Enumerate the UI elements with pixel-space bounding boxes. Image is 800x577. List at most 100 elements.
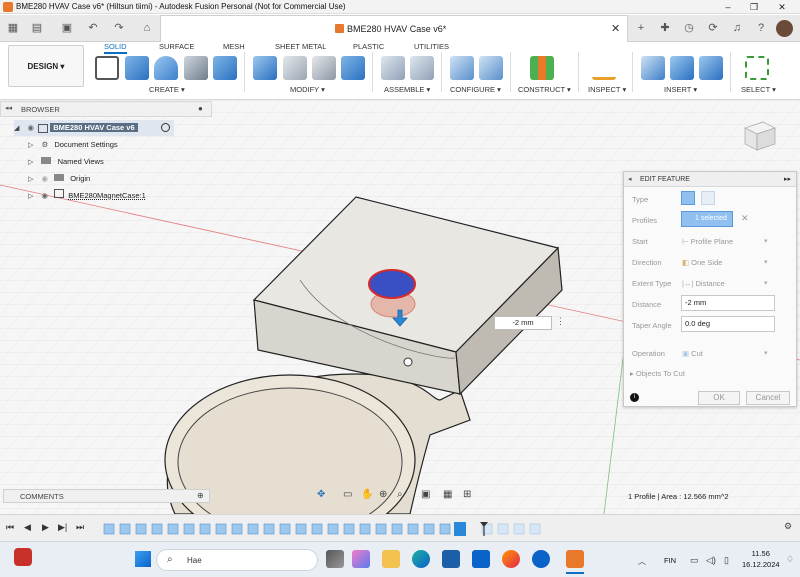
modify-group-label[interactable]: MODIFY ▾ — [290, 85, 325, 94]
copilot-icon[interactable] — [352, 550, 370, 568]
notifications-icon[interactable]: ⟳ — [704, 19, 722, 37]
document-tab[interactable]: BME280 HVAV Case v6* ✕ — [160, 15, 628, 42]
taper-angle-field[interactable]: 0.0 deg — [681, 316, 775, 332]
pan-icon[interactable]: ✋ — [361, 489, 373, 500]
view-cube[interactable] — [739, 118, 779, 154]
comments-panel[interactable]: COMMENTS — [3, 489, 210, 503]
step-forward-icon[interactable]: ▶| — [58, 522, 67, 533]
eye-icon[interactable]: ◉ — [27, 123, 34, 132]
battery-icon[interactable]: ▯ — [724, 555, 729, 566]
revolve-icon[interactable] — [154, 56, 178, 80]
tab-surface[interactable]: SURFACE — [159, 42, 194, 51]
tree-item-origin[interactable]: ▷ ◉ Origin — [28, 171, 90, 187]
chevron-down-icon[interactable]: ▾ — [764, 258, 768, 266]
expand-dialog-icon[interactable]: ▸▸ — [784, 175, 791, 183]
app-c-icon[interactable] — [532, 550, 550, 568]
system-clock[interactable]: 11.56 16.12.2024 — [742, 548, 780, 570]
tab-utilities[interactable]: UTILITIES — [414, 42, 449, 51]
clear-selection-icon[interactable]: ✕ — [741, 213, 749, 224]
eye-icon[interactable]: ◉ — [41, 191, 48, 200]
insert-canvas-icon[interactable] — [699, 56, 723, 80]
play-icon[interactable]: ▶ — [42, 522, 49, 533]
tab-sheet-metal[interactable]: SHEET METAL — [275, 42, 326, 51]
distance-field[interactable]: -2 mm — [681, 295, 775, 311]
look-at-icon[interactable]: ▭ — [343, 489, 352, 500]
measure-icon[interactable] — [592, 56, 616, 80]
add-comment-icon[interactable]: ⊕ — [197, 491, 204, 500]
step-back-icon[interactable]: ◀ — [24, 522, 31, 533]
fusion-taskbar-icon[interactable] — [566, 550, 584, 568]
more-options-icon[interactable]: ⋮ — [556, 316, 565, 327]
fillet-icon[interactable] — [283, 56, 307, 80]
job-status-icon[interactable]: ◷ — [680, 19, 698, 37]
eye-hidden-icon[interactable]: ◉ — [41, 174, 48, 183]
bell-icon[interactable]: ♫ — [728, 19, 746, 37]
store-icon[interactable] — [442, 550, 460, 568]
inspect-group-label[interactable]: INSPECT ▾ — [588, 85, 626, 94]
minimize-button[interactable]: – — [716, 0, 740, 14]
expand-arrow-icon[interactable]: ▷ — [28, 142, 33, 149]
orbit-icon[interactable]: ✥ — [317, 489, 325, 500]
tree-root[interactable]: ◢ ◉ BME280 HVAV Case v6 — [14, 120, 174, 136]
timeline-features[interactable] — [100, 522, 550, 536]
extensions-icon[interactable]: ✚ — [656, 19, 674, 37]
select-icon[interactable] — [745, 56, 769, 80]
save-icon[interactable]: ▣ — [58, 19, 76, 37]
taskbar-search-box[interactable]: ⌕ Hae — [156, 549, 318, 571]
outlook-icon[interactable] — [472, 550, 490, 568]
joint-icon[interactable] — [410, 56, 434, 80]
undo-icon[interactable]: ↶ — [84, 19, 102, 37]
chamfer-icon[interactable] — [312, 56, 336, 80]
dialog-header[interactable]: EDIT FEATURE — [624, 172, 796, 187]
tab-mesh[interactable]: MESH — [223, 42, 245, 51]
new-component-icon[interactable] — [381, 56, 405, 80]
chevron-down-icon[interactable]: ▾ — [764, 279, 768, 287]
close-window-button[interactable]: ✕ — [770, 0, 794, 14]
workspace-switcher[interactable]: DESIGN ▾ — [8, 45, 84, 87]
tree-item-document-settings[interactable]: ▷ ⚙ Document Settings — [28, 137, 118, 153]
notification-app-icon[interactable] — [14, 548, 32, 566]
insert-mesh-icon[interactable] — [670, 56, 694, 80]
user-avatar[interactable] — [776, 20, 793, 37]
create-more-icon[interactable] — [213, 56, 237, 80]
select-group-label[interactable]: SELECT ▾ — [741, 85, 776, 94]
construct-group-label[interactable]: CONSTRUCT ▾ — [518, 85, 571, 94]
direction-dropdown[interactable]: ◧ One Side — [682, 258, 722, 267]
operation-dropdown[interactable]: ▣ Cut — [682, 349, 703, 358]
browser-header[interactable]: BROWSER — [0, 101, 212, 117]
tab-plastic[interactable]: PLASTIC — [353, 42, 384, 51]
maximize-button[interactable]: ❐ — [742, 0, 766, 14]
expand-triangle-icon[interactable]: ◢ — [14, 125, 19, 132]
collapse-dialog-icon[interactable]: ◂ — [628, 175, 632, 183]
grid-settings-icon[interactable]: ▦ — [443, 489, 452, 500]
profiles-selection-button[interactable]: 1 selected — [681, 211, 733, 227]
extrude-type-icon[interactable] — [681, 191, 695, 205]
create-sketch-icon[interactable] — [95, 56, 119, 80]
zoom-icon[interactable]: ⊕ — [379, 489, 387, 500]
hole-icon[interactable] — [184, 56, 208, 80]
configure-group-label[interactable]: CONFIGURE ▾ — [450, 85, 501, 94]
start-button[interactable] — [135, 551, 151, 567]
cancel-button[interactable]: Cancel — [746, 391, 790, 405]
configure-icon[interactable] — [450, 56, 474, 80]
go-to-end-icon[interactable]: ⏭ — [76, 522, 84, 533]
chevron-down-icon[interactable]: ▾ — [764, 237, 768, 245]
thin-extrude-icon[interactable] — [701, 191, 715, 205]
activate-radio-icon[interactable] — [161, 123, 170, 132]
combine-icon[interactable] — [341, 56, 365, 80]
grid-menu-icon[interactable]: ▦ — [4, 19, 22, 37]
tab-solid[interactable]: SOLID — [104, 42, 127, 54]
tray-chevron-icon[interactable]: ︿ — [638, 556, 646, 567]
start-dropdown[interactable]: ⊢ Profile Plane — [682, 237, 733, 246]
fit-icon[interactable]: ⌕ — [397, 489, 403, 500]
task-view-icon[interactable] — [326, 550, 344, 568]
display-settings-icon[interactable]: ▣ — [421, 489, 430, 500]
construct-plane-icon[interactable] — [530, 56, 554, 80]
firefox-icon[interactable] — [502, 550, 520, 568]
expand-arrow-icon[interactable]: ▷ — [28, 159, 33, 166]
press-pull-icon[interactable] — [253, 56, 277, 80]
network-icon[interactable]: ▭ — [690, 555, 699, 566]
home-icon[interactable]: ⌂ — [138, 19, 156, 37]
expand-arrow-icon[interactable]: ▷ — [28, 193, 33, 200]
go-to-start-icon[interactable]: ⏮ — [6, 522, 14, 533]
